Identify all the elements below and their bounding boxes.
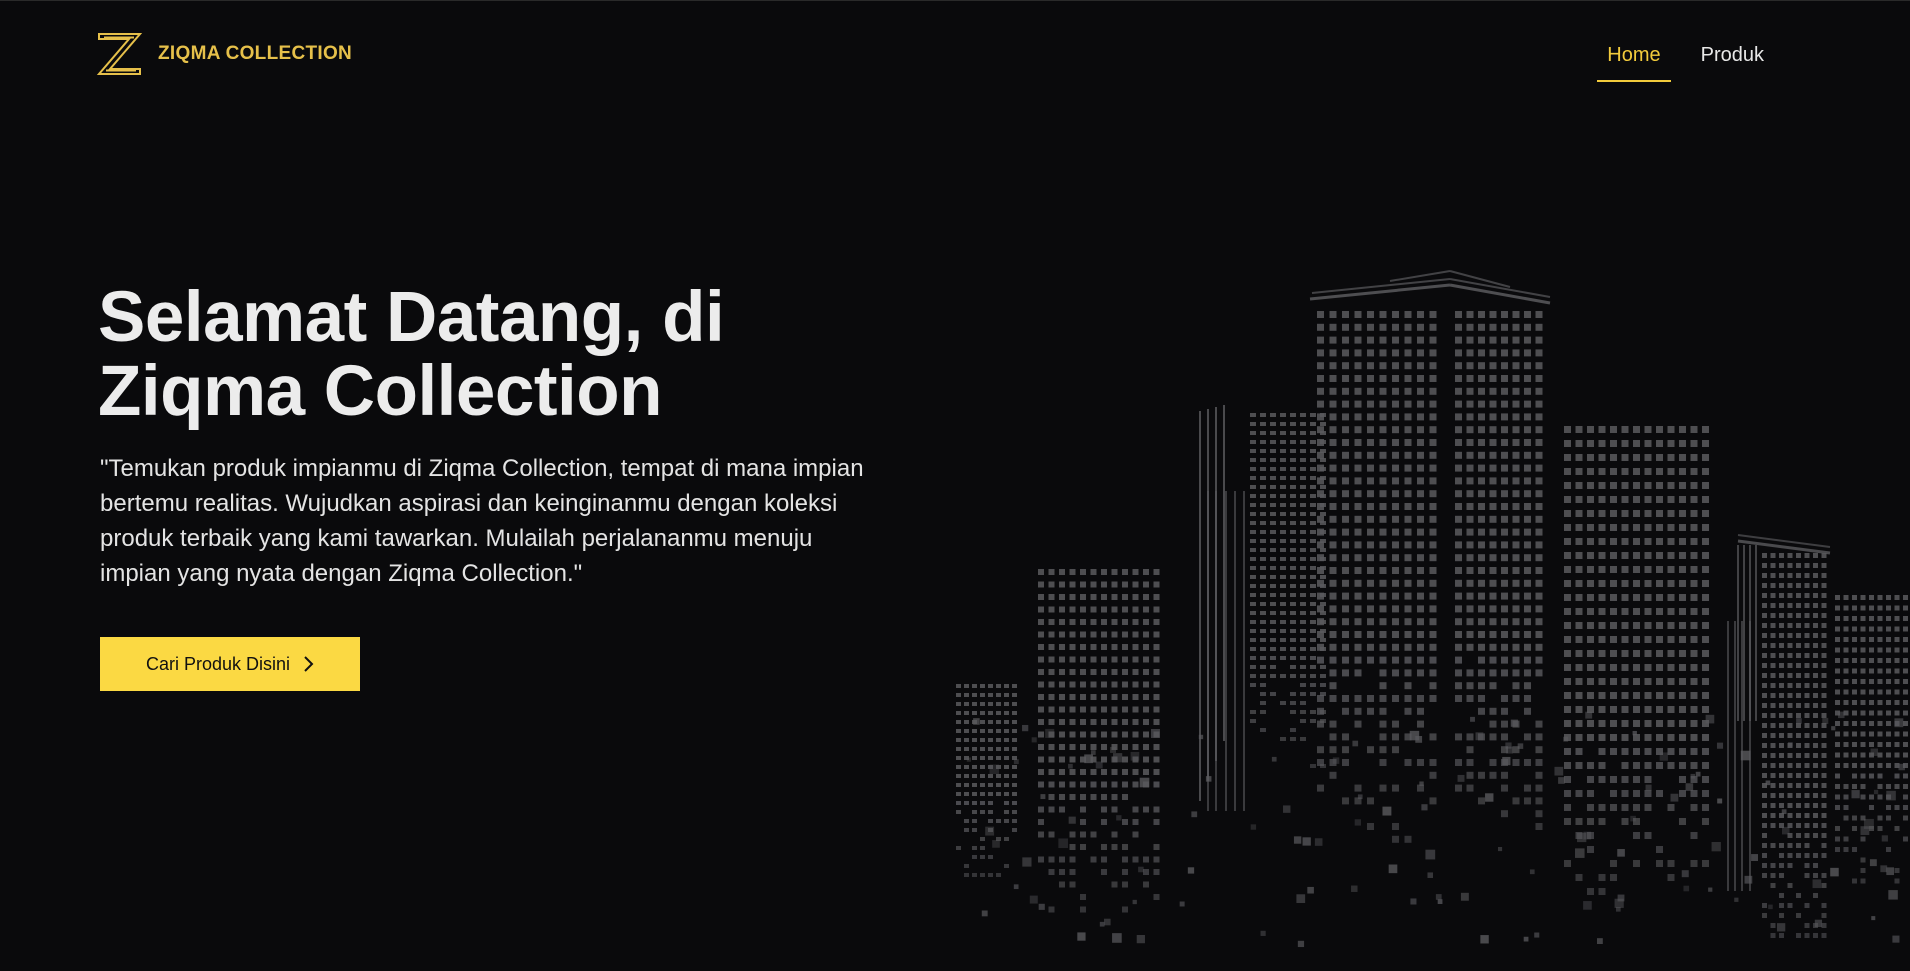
building-line-tower-windows	[1250, 413, 1326, 768]
search-product-button-label: Cari Produk Disini	[145, 653, 291, 674]
central-tower-right-face	[1455, 311, 1543, 830]
building-far-left	[956, 684, 1017, 877]
brand-name: ZIQMA COLLECTION	[158, 43, 353, 64]
search-product-button[interactable]: Cari Produk Disini	[100, 637, 360, 691]
building-line-tower-left	[1207, 491, 1245, 811]
hero-title-line2: Ziqma Collection	[98, 352, 663, 431]
building-line-tower	[1199, 405, 1225, 801]
building-right-mid	[1564, 426, 1709, 895]
city-skyline-illustration	[956, 270, 1908, 948]
brand[interactable]: ZIQMA COLLECTION	[96, 31, 352, 77]
building-left	[1038, 569, 1160, 913]
site-header: ZIQMA COLLECTION Home Produk	[0, 1, 1910, 111]
z-monogram-logo-icon	[96, 33, 143, 75]
main-nav: Home Produk	[1577, 39, 1774, 82]
hero-title: Selamat Datang, di Ziqma Collection	[98, 278, 725, 431]
chevron-right-icon	[304, 656, 314, 672]
nav-produk-link[interactable]: Produk	[1691, 39, 1774, 82]
nav-home-link[interactable]: Home	[1597, 39, 1671, 82]
hero-title-line1: Selamat Datang, di	[98, 278, 725, 357]
page: ZIQMA COLLECTION Home Produk Selamat Dat…	[0, 0, 1910, 971]
hero-description: "Temukan produk impianmu di Ziqma Collec…	[100, 455, 864, 587]
central-tower-roof	[1309, 270, 1551, 305]
building-far-right	[1835, 595, 1908, 884]
